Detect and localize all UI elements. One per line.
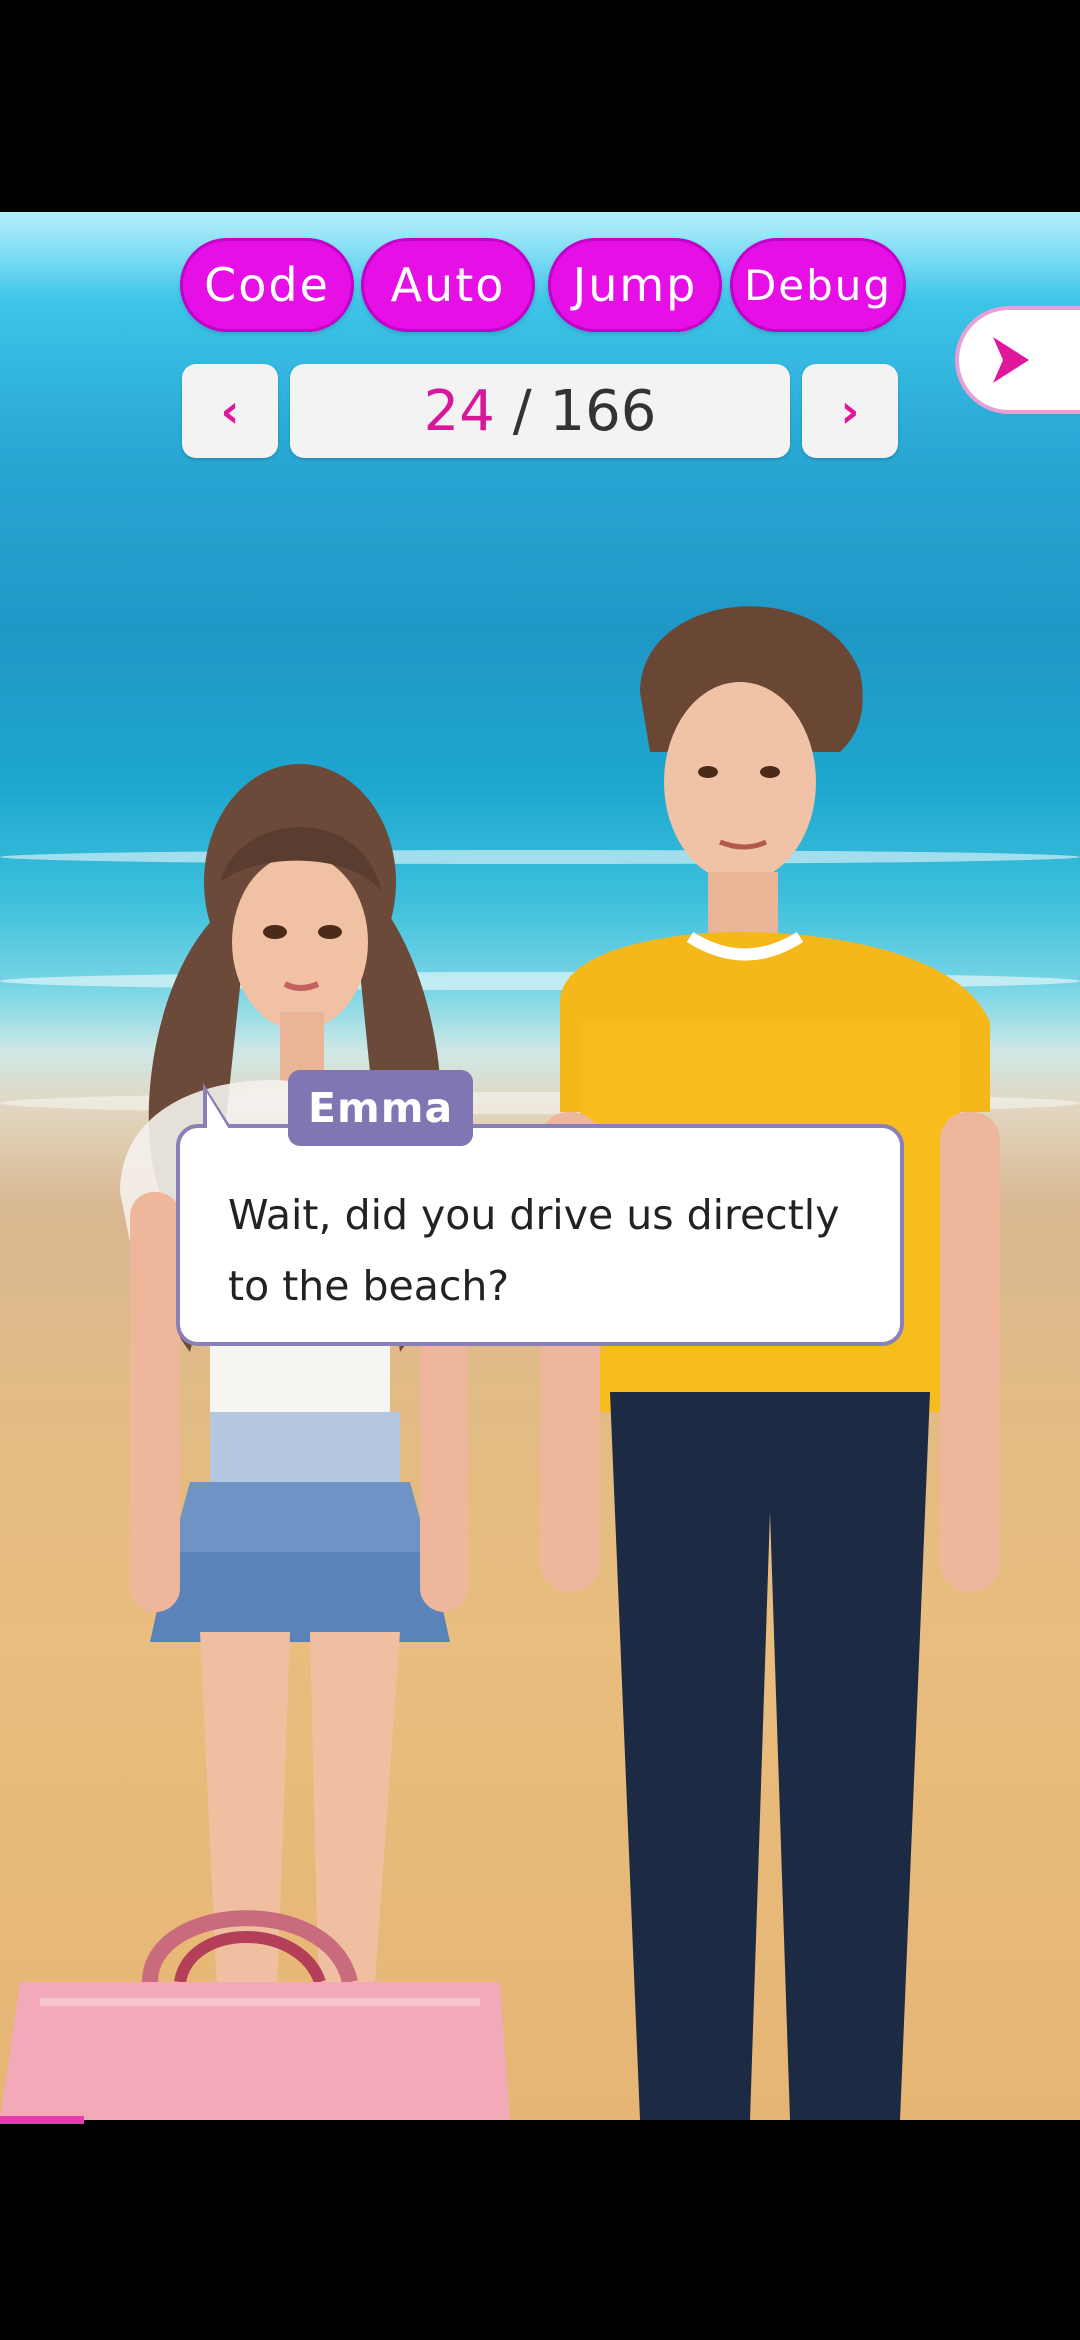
story-progress-indicator (0, 2116, 84, 2124)
dialogue-bubble[interactable]: Wait, did you drive us directly to the b… (176, 1124, 904, 1346)
play-arrow-icon (993, 337, 1029, 383)
current-line-number: 24 (423, 378, 495, 444)
counter-separator: / (512, 378, 532, 444)
next-line-button[interactable]: › (802, 364, 898, 458)
speaker-name: Emma (308, 1084, 454, 1132)
auto-button[interactable]: Auto (361, 238, 535, 332)
side-play-button[interactable] (955, 306, 1080, 414)
total-lines: 166 (549, 378, 657, 444)
dialogue-text: Wait, did you drive us directly to the b… (228, 1191, 840, 1310)
speaker-name-tag: Emma (288, 1070, 474, 1146)
jump-button-label: Jump (572, 258, 698, 312)
debug-button-label: Debug (743, 260, 893, 310)
jump-button[interactable]: Jump (548, 238, 722, 332)
code-button-label: Code (204, 258, 330, 312)
chevron-right-icon: › (840, 384, 860, 438)
pink-bag (0, 1910, 510, 2120)
auto-button-label: Auto (390, 258, 506, 312)
debug-button[interactable]: Debug (730, 238, 906, 332)
line-counter: 24 / 166 (290, 364, 790, 458)
horizon-glow (0, 212, 1080, 302)
previous-line-button[interactable]: ‹ (182, 364, 278, 458)
chevron-left-icon: ‹ (220, 384, 240, 438)
speech-bubble-tail-fill (207, 1093, 229, 1129)
code-button[interactable]: Code (180, 238, 354, 332)
